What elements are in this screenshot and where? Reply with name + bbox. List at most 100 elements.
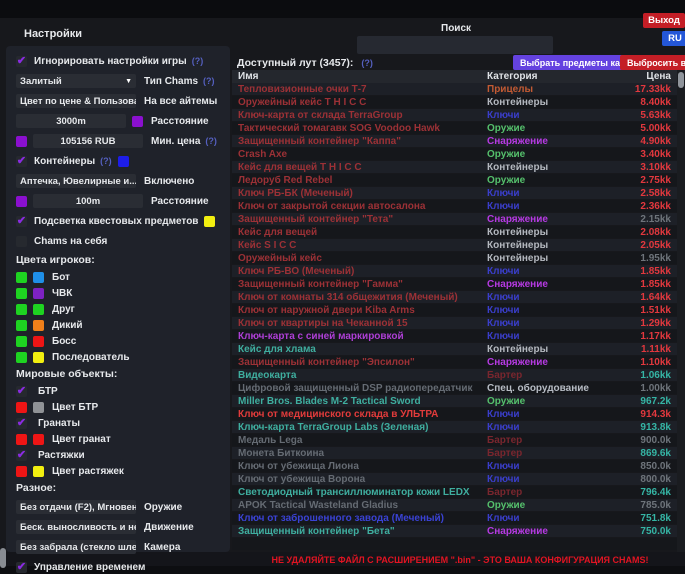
table-row[interactable]: Ключ от убежища ЛионаКлючи850.0k [232,460,677,472]
quest-items-label: Подсветка квестовых предметов [34,216,198,227]
table-row[interactable]: Оружейный кейсКонтейнеры1.95kk [232,252,677,264]
world-swatch-primary[interactable] [16,402,27,413]
table-row[interactable]: Медаль LegaБартер900.0k [232,434,677,446]
world-swatch-secondary[interactable] [33,466,44,477]
language-button[interactable]: RU [662,31,685,46]
table-row[interactable]: Монета БиткоинаБартер869.6k [232,447,677,459]
help-icon[interactable]: (?) [205,136,217,146]
player-swatch-secondary[interactable] [33,304,44,315]
table-row[interactable]: Защищенный контейнер "Эпсилон"Снаряжение… [232,356,677,368]
color-mode-dropdown[interactable]: Цвет по цене & Пользовательс ▼ [16,94,136,108]
table-row[interactable]: Miller Bros. Blades M-2 Tactical SwordОр… [232,395,677,407]
ignore-game-label: Игнорировать настройки игры [34,56,187,67]
quest-items-color-swatch[interactable] [204,216,215,227]
misc-dropdown[interactable]: Без отдачи (F2), Мгновенное п▼ [16,500,136,514]
cell-category: Ключи [487,201,609,212]
table-row[interactable]: Тактический томагавк SOG Voodoo HawkОруж… [232,122,677,134]
loot-scrollbar-thumb[interactable] [678,72,684,88]
table-row[interactable]: Ключ от наружной двери Kiba ArmsКлючи1.5… [232,304,677,316]
table-row[interactable]: Кейс для вещейКонтейнеры2.08kk [232,226,677,238]
table-row[interactable]: Ключ от заброшенного завода (Меченый)Клю… [232,512,677,524]
settings-scrollbar-thumb[interactable] [0,548,6,568]
table-row[interactable]: Ледоруб Red RebelОружие2.75kk [232,174,677,186]
distance-color-swatch[interactable] [132,116,143,127]
player-swatch-primary[interactable] [16,272,27,283]
cell-name: APOK Tactical Wasteland Gladius [232,500,487,511]
world-swatch-primary[interactable] [16,466,27,477]
min-price-color-swatch[interactable] [16,136,27,147]
world-swatch-secondary[interactable] [33,402,44,413]
containers-color-swatch[interactable] [118,156,129,167]
settings-panel: ✔ Игнорировать настройки игры (?) Залиты… [6,46,230,552]
player-swatch-primary[interactable] [16,288,27,299]
min-price-input[interactable] [33,134,143,148]
player-swatch-primary[interactable] [16,304,27,315]
world-color-row: Цвет растяжек [16,466,230,477]
table-row[interactable]: Цифровой защищенный DSP радиопередатчикС… [232,382,677,394]
table-row[interactable]: Ключ от комнаты 314 общежития (Меченый)К… [232,291,677,303]
exit-button[interactable]: Выход [643,13,685,28]
table-row[interactable]: Защищенный контейнер "Бета"Снаряжение750… [232,525,677,537]
containers-distance-input[interactable] [33,194,143,208]
loot-scrollbar[interactable] [677,70,685,552]
self-chams-checkbox[interactable] [16,236,27,247]
player-swatch-secondary[interactable] [33,272,44,283]
table-row[interactable]: Ключ-карта от склада TerraGroupКлючи5.63… [232,109,677,121]
containers-distance-color-swatch[interactable] [16,196,27,207]
table-row[interactable]: Защищенный контейнер "Каппа"Снаряжение4.… [232,135,677,147]
table-row[interactable]: Ключ от закрытой секции автосалонаКлючи2… [232,200,677,212]
world-swatch-primary[interactable] [16,434,27,445]
cell-category: Бартер [487,448,609,459]
player-swatch-primary[interactable] [16,352,27,363]
table-row[interactable]: Светодиодный трансиллюминатор кожи LEDXБ… [232,486,677,498]
table-row[interactable]: Кейс S I C CКонтейнеры2.05kk [232,239,677,251]
player-swatch-primary[interactable] [16,336,27,347]
help-icon[interactable]: (?) [203,76,215,86]
search-input[interactable] [357,36,553,54]
discard-all-button[interactable]: Выбросить все [620,55,685,70]
table-row[interactable]: Ключ от квартиры на Чеканной 15Ключи1.29… [232,317,677,329]
table-row[interactable]: Ключ-карта с синей маркировкойКлючи1.17k… [232,330,677,342]
player-swatch-secondary[interactable] [33,336,44,347]
table-row[interactable]: Кейс для вещей T H I C CКонтейнеры3.10kk [232,161,677,173]
world-object-checkbox[interactable]: ✔ [16,450,27,461]
table-row[interactable] [232,538,677,550]
containers-mode-dropdown[interactable]: Аптечка, Ювелирные и... ▼ [16,174,136,188]
column-price[interactable]: Цена [609,71,677,82]
player-swatch-secondary[interactable] [33,352,44,363]
table-row[interactable]: Ключ-карта TerraGroup Labs (Зеленая)Ключ… [232,421,677,433]
player-swatch-secondary[interactable] [33,288,44,299]
table-row[interactable]: Кейс для хламаКонтейнеры1.11kk [232,343,677,355]
table-row[interactable]: Защищенный контейнер "Гамма"Снаряжение1.… [232,278,677,290]
player-swatch-secondary[interactable] [33,320,44,331]
table-row[interactable]: APOK Tactical Wasteland GladiusОружие785… [232,499,677,511]
world-swatch-secondary[interactable] [33,434,44,445]
quest-items-checkbox[interactable]: ✔ [16,216,27,227]
table-row[interactable]: Crash AxeОружие3.40kk [232,148,677,160]
player-swatch-primary[interactable] [16,320,27,331]
time-control-checkbox[interactable]: ✔ [16,562,27,573]
column-name[interactable]: Имя [232,71,487,82]
table-row[interactable]: Ключ от медицинского склада в УЛЬТРАКлюч… [232,408,677,420]
table-row[interactable]: ВидеокартаБартер1.06kk [232,369,677,381]
table-row[interactable]: Оружейный кейс T H I C CКонтейнеры8.40kk [232,96,677,108]
misc-dropdown[interactable]: Без забрала (стекло шлема)▼ [16,540,136,554]
help-icon[interactable]: (?) [100,156,112,166]
distance-input[interactable] [16,114,126,128]
column-category[interactable]: Категория [487,71,609,82]
world-object-checkbox[interactable]: ✔ [16,386,27,397]
help-icon[interactable]: (?) [361,58,373,68]
containers-checkbox[interactable]: ✔ [16,156,27,167]
help-icon[interactable]: (?) [192,56,204,66]
table-row[interactable]: Ключ РБ-БК (Меченый)Ключи2.58kk [232,187,677,199]
cell-name: Кейс для хлама [232,344,487,355]
world-object-checkbox[interactable]: ✔ [16,418,27,429]
table-row[interactable]: Ключ РБ-ВО (Меченый)Ключи1.85kk [232,265,677,277]
ignore-game-checkbox[interactable]: ✔ [16,56,27,67]
cell-name: Crash Axe [232,149,487,160]
table-row[interactable]: Защищенный контейнер "Тета"Снаряжение2.1… [232,213,677,225]
chams-type-dropdown[interactable]: Залитый ▼ [16,74,136,88]
table-row[interactable]: Ключ от убежища ВоронаКлючи800.0k [232,473,677,485]
table-row[interactable]: Тепловизионные очки Т-7Прицелы17.33kk [232,83,677,95]
misc-dropdown[interactable]: Беск. выносливость и нет уста▼ [16,520,136,534]
